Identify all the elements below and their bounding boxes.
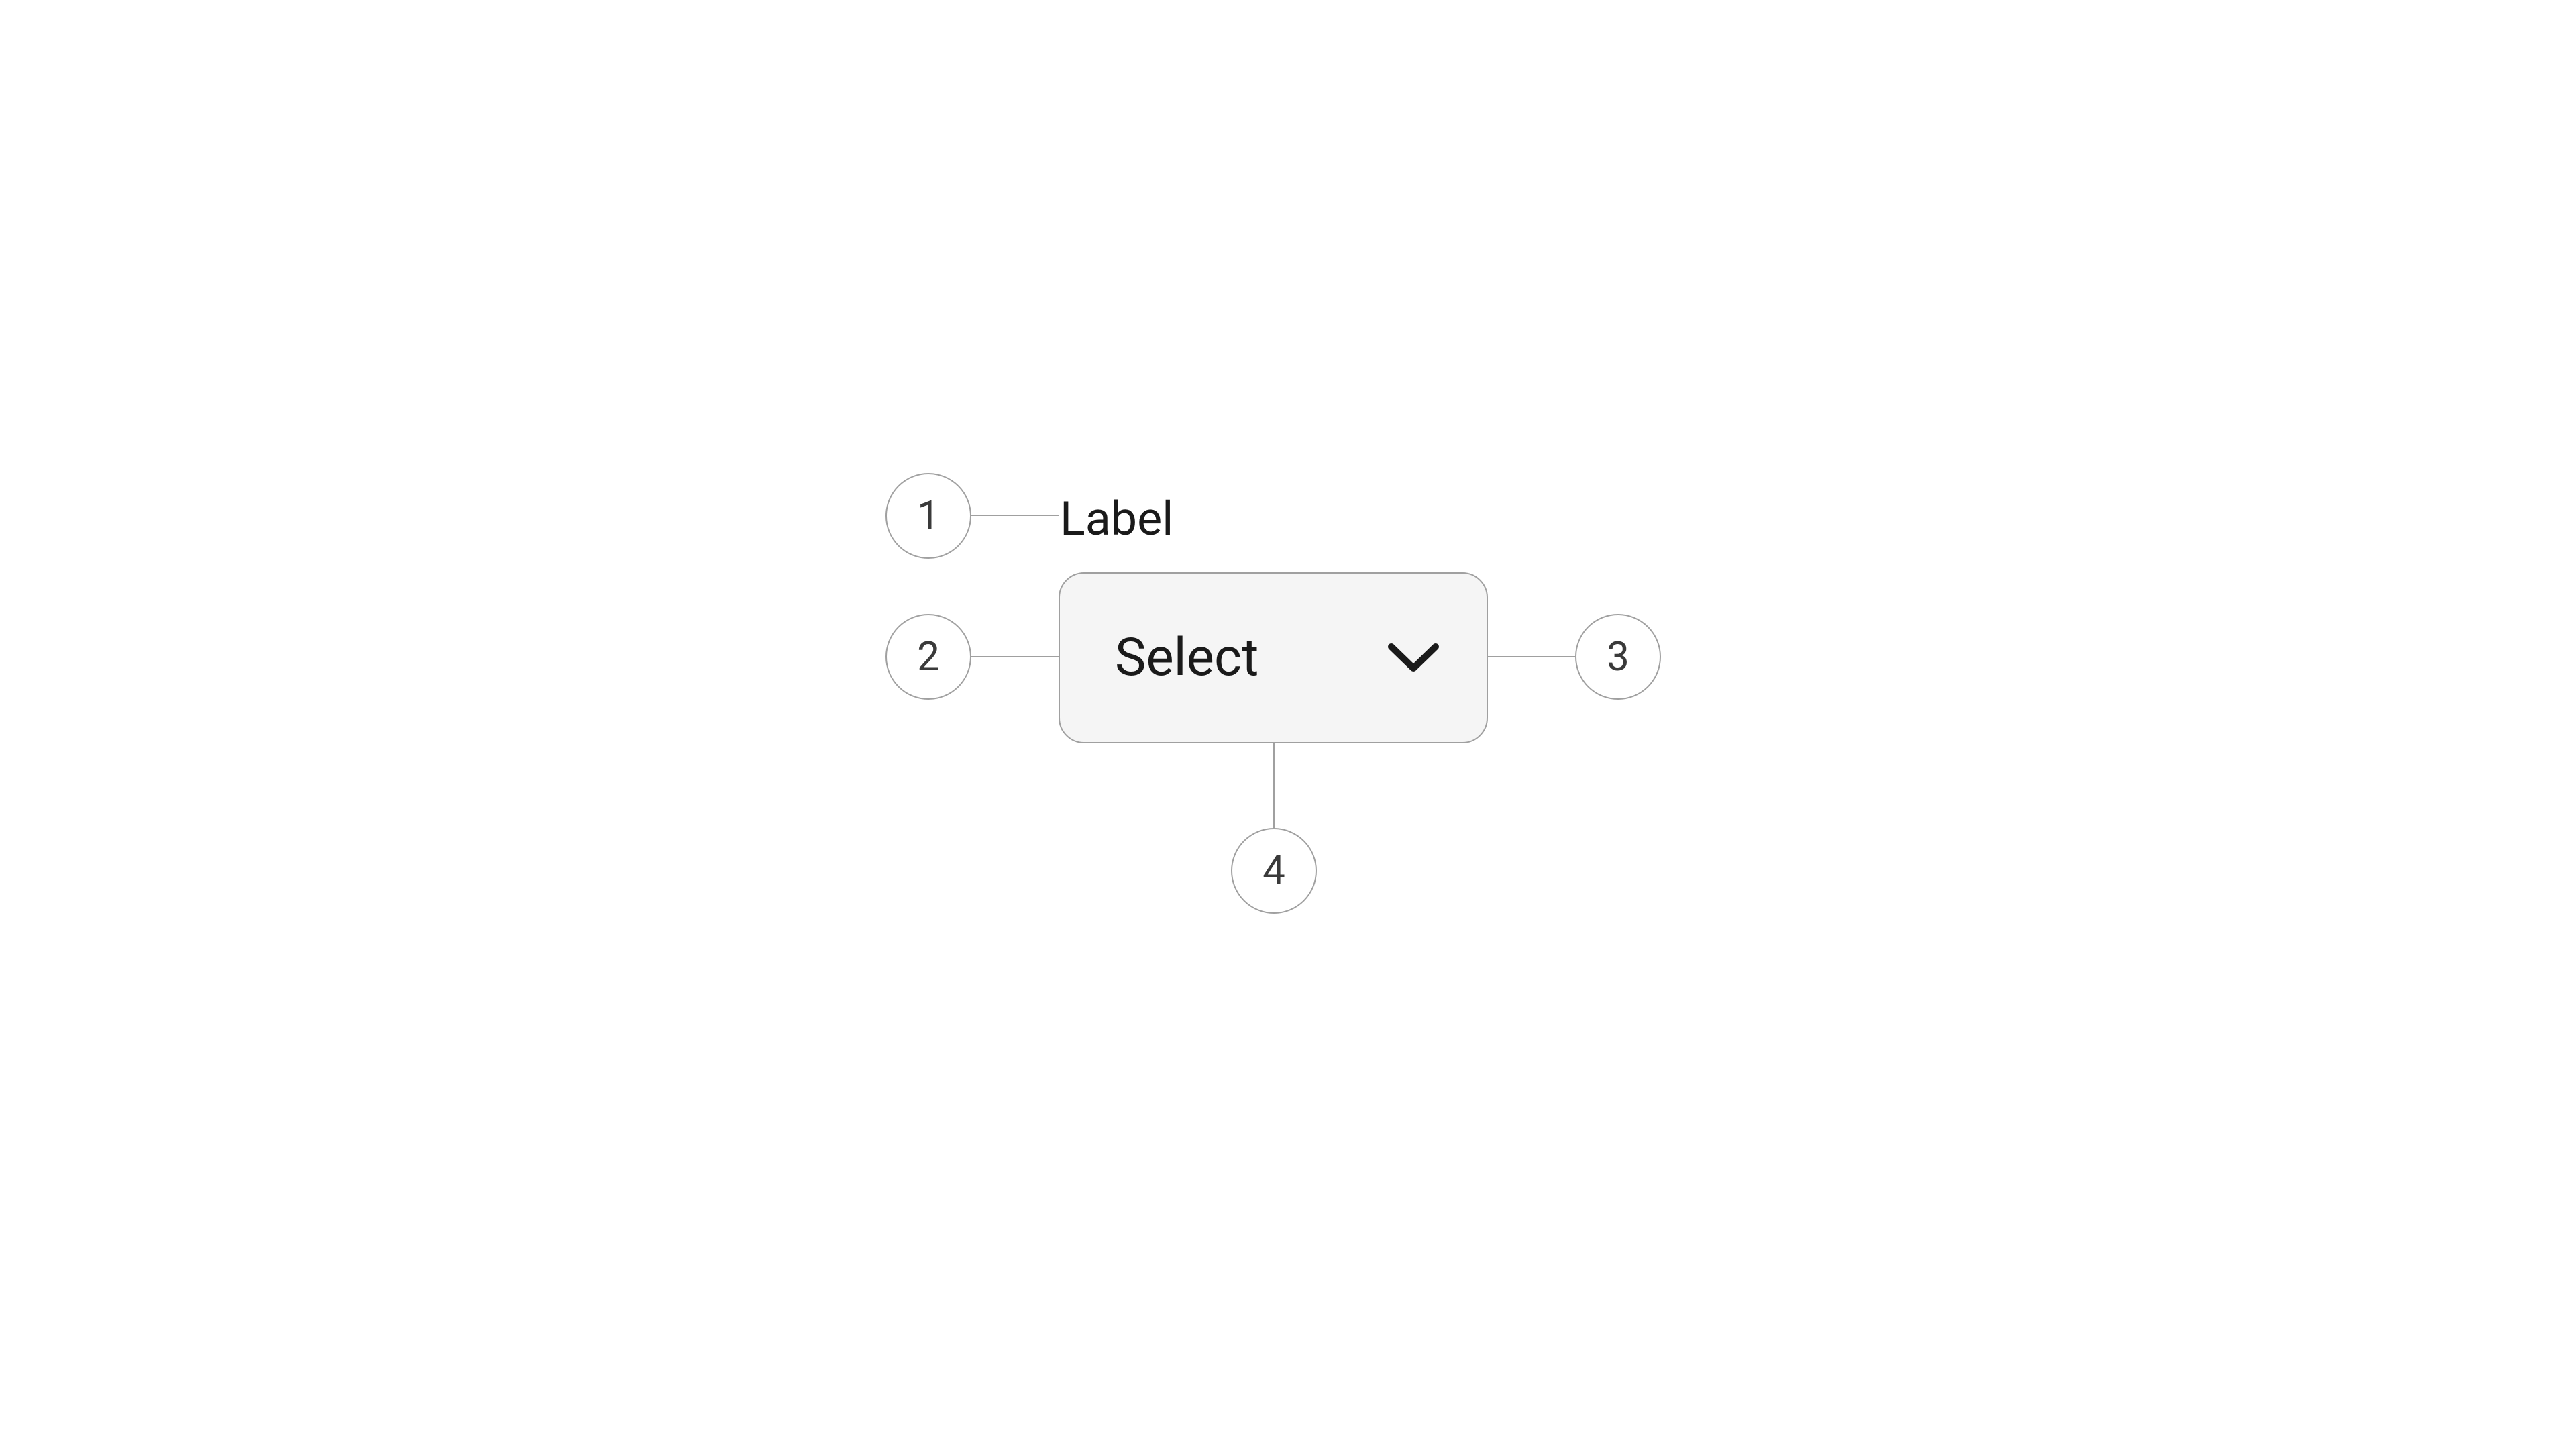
annotation-marker-4: 4 [1231,828,1317,914]
connector-line [971,656,1059,657]
annotation-marker-3: 3 [1575,614,1661,700]
annotation-marker-2: 2 [885,614,971,700]
marker-number: 3 [1607,633,1629,680]
marker-number: 4 [1263,847,1285,894]
select-anatomy-diagram: Label Select 1 2 3 4 [885,485,1690,955]
annotation-marker-1: 1 [885,473,971,559]
chevron-down-icon [1387,631,1440,684]
marker-number: 1 [917,492,940,539]
select-dropdown[interactable]: Select [1059,572,1488,743]
select-placeholder-text: Select [1115,627,1258,688]
connector-line [1488,656,1575,657]
connector-line [971,515,1059,516]
field-label: Label [1060,492,1173,547]
connector-line [1273,743,1275,828]
marker-number: 2 [917,633,940,680]
